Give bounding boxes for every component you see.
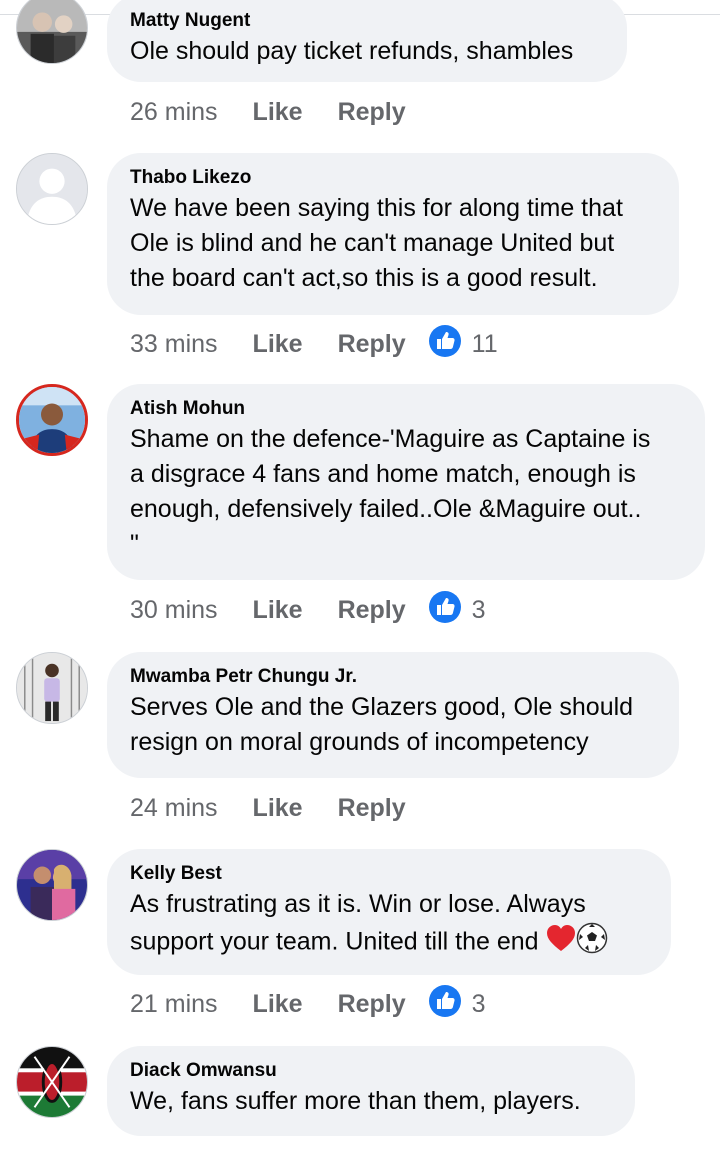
commenter-name[interactable]: Atish Mohun <box>130 398 683 420</box>
comment-text: Serves Ole and the Glazers good, Ole sho… <box>130 693 634 756</box>
reaction-summary[interactable]: 11 <box>428 324 498 365</box>
comment-timestamp[interactable]: 30 mins <box>130 596 218 625</box>
comment-text: We have been saying this for along time … <box>130 194 623 292</box>
commenter-name[interactable]: Mwamba Petr Chungu Jr. <box>130 666 657 688</box>
comment-actions: 21 mins Like Reply 3 <box>130 984 486 1025</box>
reaction-count: 11 <box>471 329 498 358</box>
avatar[interactable] <box>16 849 88 921</box>
like-reaction-icon <box>428 984 462 1025</box>
comment-text: As frustrating as it is. Win or lose. Al… <box>130 887 649 964</box>
comment-timestamp[interactable]: 24 mins <box>130 794 218 823</box>
comment-actions: 24 mins Like Reply <box>130 790 428 826</box>
reaction-summary[interactable]: 3 <box>428 984 486 1025</box>
comment-bubble: Kelly Best As frustrating as it is. Win … <box>107 849 671 975</box>
like-button[interactable]: Like <box>253 98 303 127</box>
comment-bubble: Mwamba Petr Chungu Jr. Serves Ole and th… <box>107 652 679 778</box>
commenter-name[interactable]: Matty Nugent <box>130 10 605 32</box>
reply-button[interactable]: Reply <box>338 990 406 1019</box>
commenter-name[interactable]: Thabo Likezo <box>130 167 657 189</box>
like-button[interactable]: Like <box>253 596 303 625</box>
comment-text: Ole should pay ticket refunds, shambles <box>130 37 574 65</box>
comment-text: We, fans suffer more than them, players. <box>130 1087 581 1115</box>
avatar[interactable] <box>16 384 88 456</box>
comment-bubble: Matty Nugent Ole should pay ticket refun… <box>107 0 627 82</box>
like-reaction-icon <box>428 590 462 631</box>
soccer-ball-emoji <box>576 922 608 964</box>
reaction-count: 3 <box>471 989 486 1018</box>
reply-button[interactable]: Reply <box>338 98 406 127</box>
commenter-name[interactable]: Kelly Best <box>130 863 649 885</box>
reaction-count: 3 <box>471 595 486 624</box>
comment-timestamp[interactable]: 21 mins <box>130 990 218 1019</box>
like-button[interactable]: Like <box>253 990 303 1019</box>
comment-bubble: Atish Mohun Shame on the defence-'Maguir… <box>107 384 705 580</box>
like-reaction-icon <box>428 324 462 365</box>
comment-actions: 26 mins Like Reply <box>130 94 428 130</box>
avatar[interactable] <box>16 0 88 64</box>
comment-bubble: Thabo Likezo We have been saying this fo… <box>107 153 679 315</box>
reply-button[interactable]: Reply <box>338 794 406 823</box>
comment-bubble: Diack Omwansu We, fans suffer more than … <box>107 1046 635 1136</box>
comment-timestamp[interactable]: 33 mins <box>130 330 218 359</box>
comment-actions: 30 mins Like Reply 3 <box>130 590 486 631</box>
comment-text-content: As frustrating as it is. Win or lose. Al… <box>130 890 586 956</box>
heart-emoji <box>546 924 576 962</box>
avatar[interactable] <box>16 652 88 724</box>
commenter-name[interactable]: Diack Omwansu <box>130 1060 613 1082</box>
comment-actions: 33 mins Like Reply 11 <box>130 324 498 365</box>
like-button[interactable]: Like <box>253 330 303 359</box>
reply-button[interactable]: Reply <box>338 596 406 625</box>
avatar[interactable] <box>16 1046 88 1118</box>
comment-text: Shame on the defence-'Maguire as Captain… <box>130 425 651 558</box>
reaction-summary[interactable]: 3 <box>428 590 486 631</box>
like-button[interactable]: Like <box>253 794 303 823</box>
comment-timestamp[interactable]: 26 mins <box>130 98 218 127</box>
avatar[interactable] <box>16 153 88 225</box>
reply-button[interactable]: Reply <box>338 330 406 359</box>
